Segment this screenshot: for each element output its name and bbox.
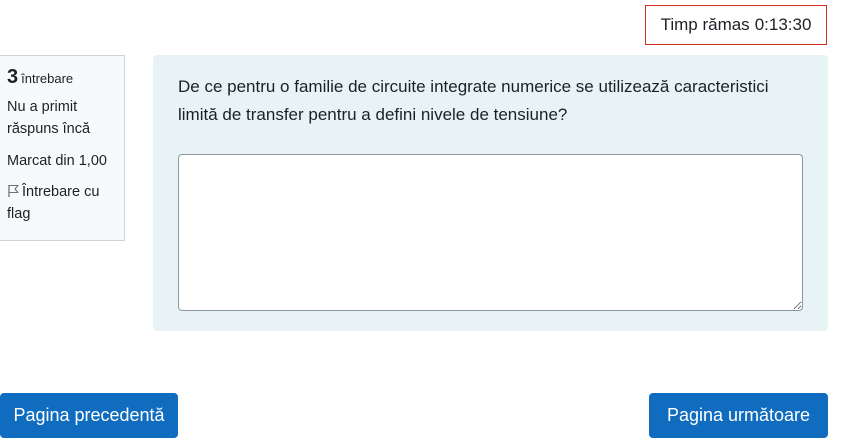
answer-textarea[interactable] (178, 154, 803, 311)
question-text: De ce pentru o familie de circuite integ… (178, 77, 769, 124)
quiz-timer: Timp rămas 0:13:30 (645, 5, 827, 45)
question-grade: Marcat din 1,00 (7, 153, 107, 169)
question-content: De ce pentru o familie de circuite integ… (153, 55, 828, 331)
question-number: 3 întrebare (7, 66, 116, 90)
flag-question-toggle[interactable]: Întrebare cu flag (7, 181, 116, 225)
timer-label: Timp rămas (660, 15, 750, 34)
timer-value: 0:13:30 (754, 15, 812, 34)
question-number-label: întrebare (21, 71, 74, 86)
question-state: Nu a primit răspuns încă (7, 99, 91, 137)
quiz-page: Timp rămas 0:13:30 3 întrebare Nu a primi… (0, 0, 853, 443)
question-number-value: 3 (7, 66, 19, 88)
previous-page-button[interactable]: Pagina precedentă (0, 393, 178, 438)
next-page-button[interactable]: Pagina următoare (649, 393, 828, 438)
flag-outline-icon (7, 183, 20, 197)
question-info-panel: 3 întrebare Nu a primit răspuns încă Marc… (0, 55, 125, 241)
flag-question-label: Întrebare cu flag (7, 184, 100, 222)
